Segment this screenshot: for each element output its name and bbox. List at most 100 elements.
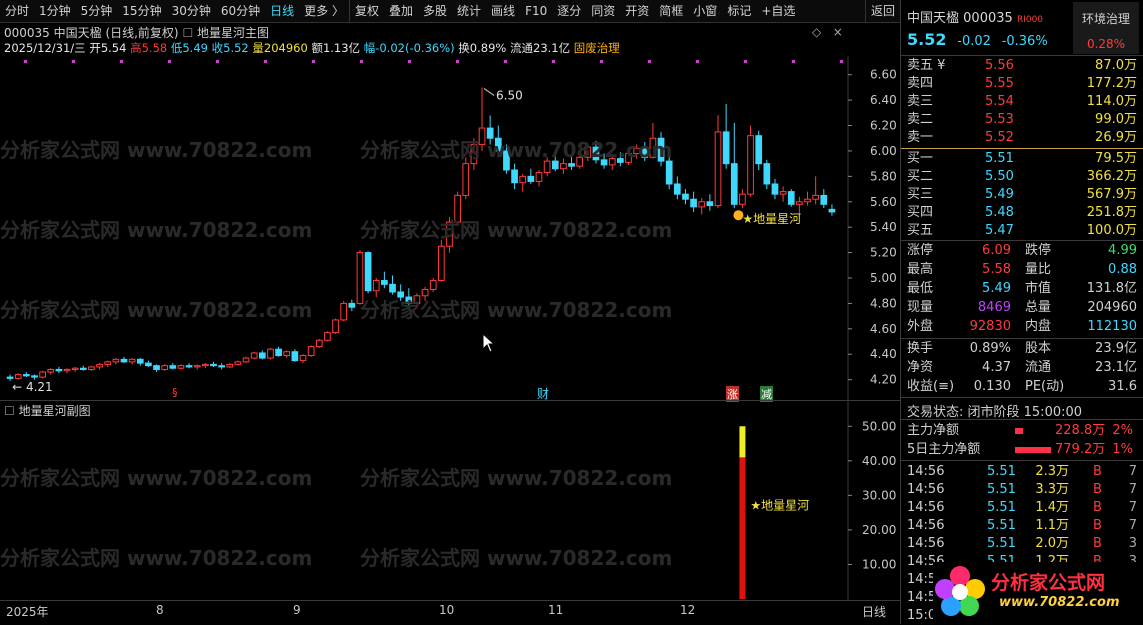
stat-value: 23.1亿	[1095, 360, 1137, 375]
candle-body	[136, 358, 144, 364]
stat-label: 换手	[907, 341, 934, 356]
close-icon[interactable]: ×	[833, 25, 843, 39]
sector-change: 0.28%	[1086, 37, 1126, 51]
candle-body	[787, 191, 795, 205]
candle-body	[348, 302, 356, 308]
toolbar-item[interactable]: 简框	[654, 0, 688, 22]
stat-value: 204960	[1087, 300, 1137, 315]
toolbar-item[interactable]: 多股	[418, 0, 452, 22]
toolbar-item[interactable]: 15分钟	[117, 0, 166, 22]
collapse-icon[interactable]: ☐	[182, 26, 193, 40]
period-label[interactable]: 日线	[862, 603, 886, 620]
candle-body	[112, 358, 120, 363]
stat-value: 31.6	[1108, 379, 1137, 394]
candle-body	[88, 366, 95, 370]
toolbar-item[interactable]: 画线	[486, 0, 520, 22]
candle-body	[527, 175, 535, 182]
change-value: 幅-0.02(-0.36%)	[363, 41, 455, 55]
buy-level-label: 买二	[907, 169, 934, 184]
toolbar-item[interactable]: 分时	[0, 0, 34, 22]
candle-body	[657, 137, 665, 162]
candle-body	[226, 363, 234, 368]
buy-row[interactable]: 买二 5.50 366.2万	[907, 168, 1137, 186]
sell-price: 5.53	[985, 112, 1014, 127]
stat-value: 4.99	[1108, 243, 1137, 258]
chart-controls: ◇ ×	[812, 25, 843, 39]
price-tick-label: 6.20	[870, 119, 897, 133]
divider	[901, 460, 1143, 461]
signal-dot	[120, 60, 123, 63]
price-tick-label: 5.40	[870, 220, 897, 234]
concept-tag[interactable]: 固废治理	[574, 41, 620, 55]
event-marker-s[interactable]: §	[172, 386, 178, 399]
toolbar-item[interactable]: 更多 〉	[299, 0, 349, 22]
toolbar-item[interactable]: 60分钟	[216, 0, 265, 22]
stat-label: 最低	[907, 281, 934, 296]
stat-label: 市值	[1025, 281, 1052, 296]
tick-row: 14:56 5.51 2.0万 B 3	[907, 535, 1137, 553]
candle-body	[104, 361, 112, 365]
candle-body	[771, 183, 779, 195]
candle-body	[55, 368, 63, 372]
candle-body	[494, 137, 502, 152]
toolbar-item[interactable]: 复权	[348, 0, 384, 22]
candle-body	[275, 348, 282, 357]
candle-body	[291, 351, 299, 362]
stat-label: 股本	[1025, 341, 1052, 356]
sector-box[interactable]: 环境治理 0.28%	[1073, 2, 1139, 54]
sell-row[interactable]: 卖二 5.53 99.0万	[907, 111, 1137, 129]
buy-row[interactable]: 买四 5.48 251.8万	[907, 204, 1137, 222]
toolbar-item[interactable]: 统计	[452, 0, 486, 22]
candle-body	[161, 365, 169, 370]
buy-row[interactable]: 买五 5.47 100.0万	[907, 222, 1137, 240]
buy-volume: 366.2万	[1086, 169, 1137, 184]
toolbar-item[interactable]: 返回	[864, 0, 900, 22]
toolbar-item[interactable]: 5分钟	[76, 0, 118, 22]
flow-value: 228.8万	[1055, 423, 1106, 438]
flow-row: 5日主力净额 779.2万 1%	[907, 441, 1137, 459]
signal-dot	[456, 60, 459, 63]
tick-time: 14:56	[907, 482, 945, 497]
divider	[901, 240, 1143, 241]
toolbar-item[interactable]: 逐分	[552, 0, 586, 22]
last-price: 5.52	[907, 30, 947, 49]
tick-price: 5.51	[987, 464, 1016, 479]
sell-row[interactable]: 卖一 5.52 26.9万	[907, 129, 1137, 147]
stat-label: 涨停	[907, 243, 934, 258]
candle-body	[755, 135, 763, 165]
min-price-label: ← 4.21	[12, 380, 53, 394]
buy-row[interactable]: 买三 5.49 567.9万	[907, 186, 1137, 204]
sell-level-label: 卖三	[907, 94, 934, 109]
tick-volume: 3.3万	[1035, 482, 1069, 497]
toolbar-item[interactable]: 1分钟	[34, 0, 76, 22]
buy-row[interactable]: 买一 5.51 79.5万	[907, 150, 1137, 168]
kline-chart[interactable]: 6.60 6.40 6.20 6.00 5.80 5.60 5.40 5.20 5.00 4.80…	[0, 56, 900, 401]
diamond-icon[interactable]: ◇	[812, 25, 821, 39]
tick-price: 5.51	[987, 482, 1016, 497]
toolbar-item[interactable]: F10	[520, 0, 552, 22]
sell-row[interactable]: 卖四 5.55 177.2万	[907, 75, 1137, 93]
toolbar-item[interactable]: 开资	[620, 0, 654, 22]
sell-row[interactable]: 卖三 5.54 114.0万	[907, 93, 1137, 111]
candle-body	[617, 158, 624, 163]
sell-row[interactable]: 卖五 ¥ 5.56 87.0万	[907, 57, 1137, 75]
sub-chart[interactable]: 50.00 40.00 30.00 20.00 10.00 ★地量星河	[0, 401, 900, 601]
candle-body	[413, 295, 421, 304]
tick-side: B	[1093, 482, 1102, 497]
toolbar-item[interactable]: 小窗	[688, 0, 722, 22]
signal-dot	[408, 60, 411, 63]
toolbar-item[interactable]: 同资	[586, 0, 620, 22]
toolbar-item[interactable]: +自选	[756, 0, 800, 22]
candle-body	[454, 194, 461, 223]
toolbar-item[interactable]: 标记	[722, 0, 756, 22]
stat-value: 23.9亿	[1095, 341, 1137, 356]
indicator-name[interactable]: 地量星河主图	[197, 26, 269, 40]
stat-row: 换手 0.89% 股本 23.9亿	[907, 340, 1137, 358]
candle-body	[649, 137, 657, 158]
candle-body	[446, 221, 453, 247]
toolbar-item[interactable]: 日线	[265, 0, 299, 22]
candle-body	[79, 367, 87, 370]
toolbar-item[interactable]: 叠加	[384, 0, 418, 22]
toolbar-item[interactable]: 30分钟	[167, 0, 216, 22]
candle-body	[673, 183, 681, 195]
